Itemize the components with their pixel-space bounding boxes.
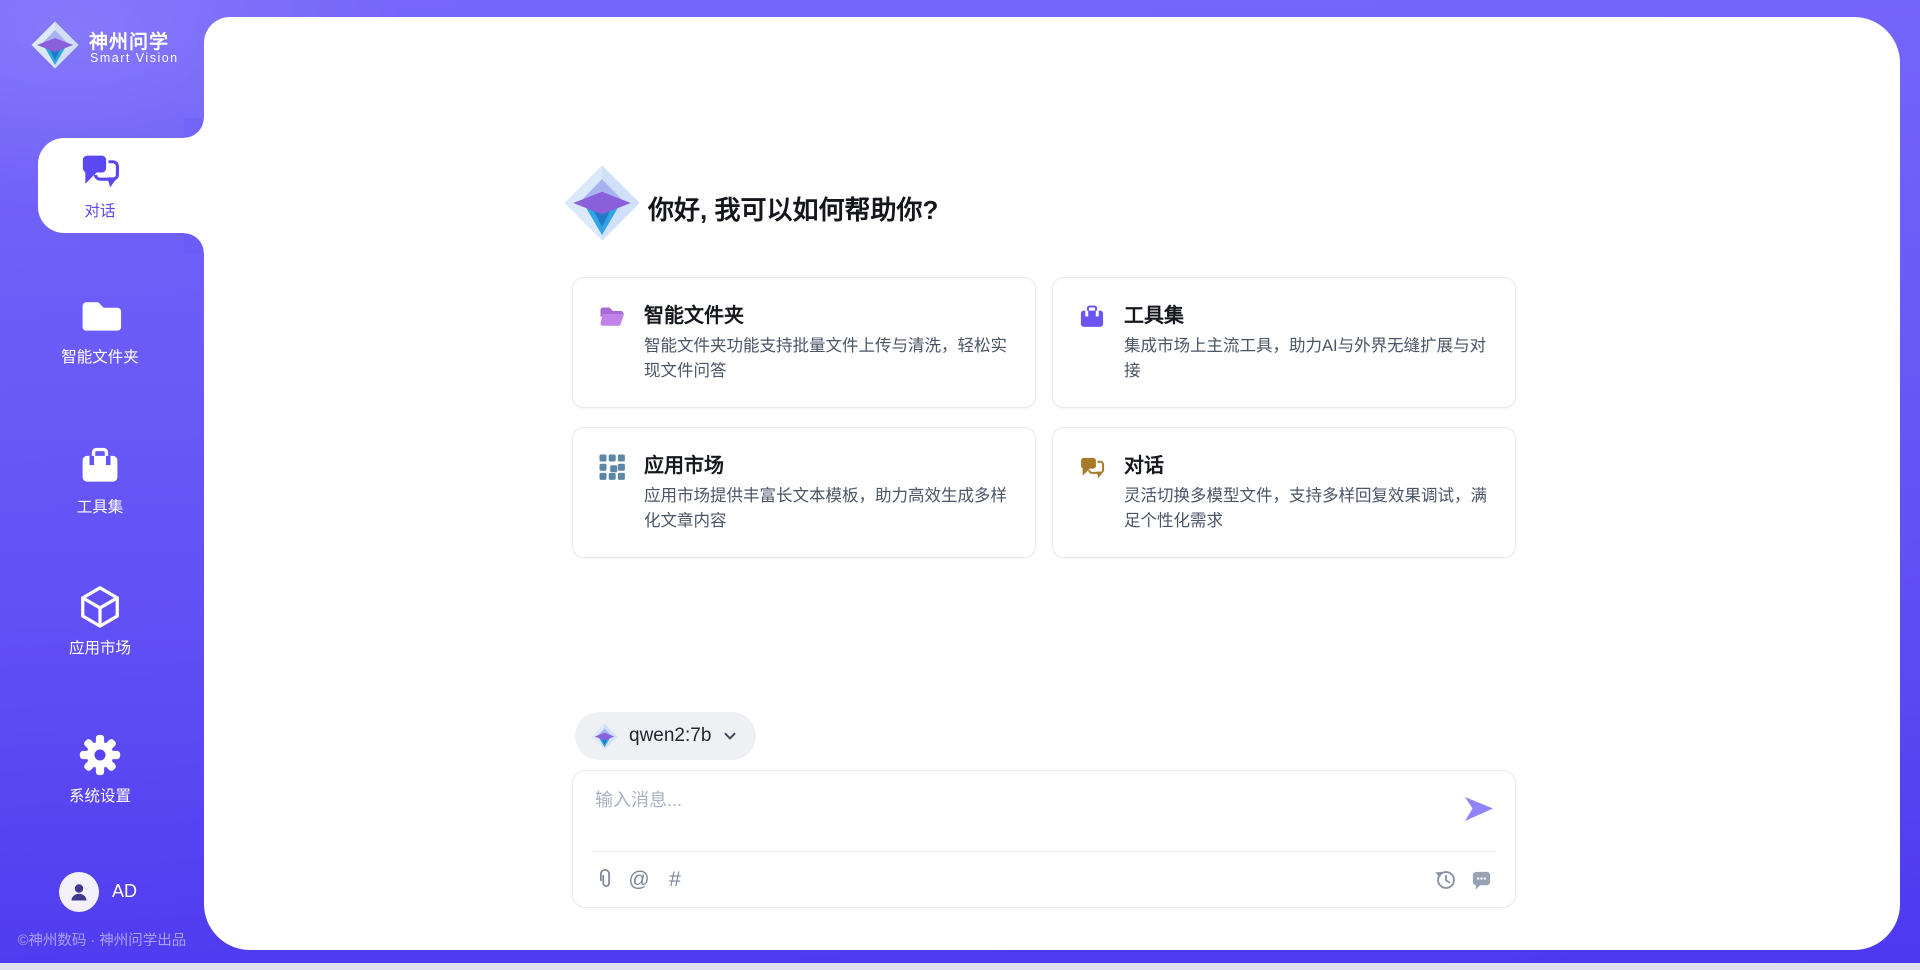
- sidebar-item-settings[interactable]: 系统设置: [0, 733, 200, 806]
- brand-name: 神州问学: [89, 27, 169, 54]
- mention-button[interactable]: @: [625, 865, 653, 893]
- sidebar-footer: ©神州数码 · 神州问学出品: [0, 929, 204, 950]
- card-description: 灵活切换多模型文件，支持多样回复效果调试，满足个性化需求: [1124, 484, 1496, 534]
- diamond-logo-icon: [30, 20, 80, 70]
- cube-icon: [0, 583, 200, 629]
- folder-icon: [0, 294, 200, 338]
- sidebar-item-app-market[interactable]: 应用市场: [0, 583, 200, 658]
- composer: @ #: [572, 770, 1516, 908]
- card-title: 智能文件夹: [644, 299, 744, 328]
- sidebar-item-label: 系统设置: [0, 784, 200, 806]
- feature-card-toolset[interactable]: 工具集 集成市场上主流工具，助力AI与外界无缝扩展与对接: [1052, 277, 1516, 408]
- history-button[interactable]: [1431, 865, 1459, 893]
- chevron-down-icon: [722, 728, 738, 744]
- card-description: 智能文件夹功能支持批量文件上传与清洗，轻松实现文件问答: [644, 334, 1016, 384]
- feature-card-smart-folder[interactable]: 智能文件夹 智能文件夹功能支持批量文件上传与清洗，轻松实现文件问答: [572, 277, 1036, 408]
- hash-icon: #: [669, 869, 681, 890]
- active-tab-fillet-bottom: [184, 233, 204, 253]
- model-selector-logo-icon: [591, 723, 618, 750]
- sidebar-item-chat[interactable]: 对话: [0, 148, 200, 221]
- briefcase-icon: [0, 444, 200, 488]
- sidebar-item-label: 对话: [0, 199, 200, 221]
- folder-open-icon: [598, 303, 626, 331]
- model-selector[interactable]: qwen2:7b: [575, 712, 756, 760]
- gear-icon: [0, 733, 200, 777]
- greeting-title: 你好, 我可以如何帮助你?: [648, 190, 938, 227]
- sidebar-item-label: 智能文件夹: [0, 345, 200, 367]
- chat-icon: [0, 148, 200, 192]
- active-tab-fillet-top: [184, 118, 204, 138]
- greeting-logo-icon: [562, 163, 642, 243]
- card-title: 应用市场: [644, 449, 724, 478]
- hash-button[interactable]: #: [661, 865, 689, 893]
- feature-cards: 智能文件夹 智能文件夹功能支持批量文件上传与清洗，轻松实现文件问答 工具集 集成…: [572, 277, 1516, 558]
- bottom-edge-strip: [0, 963, 1920, 970]
- brand-subtitle: Smart Vision: [90, 51, 179, 65]
- user-name: AD: [112, 881, 137, 902]
- card-description: 应用市场提供丰富长文本模板，助力高效生成多样化文章内容: [644, 484, 1016, 534]
- feature-card-chat[interactable]: 对话 灵活切换多模型文件，支持多样回复效果调试，满足个性化需求: [1052, 427, 1516, 558]
- sidebar-item-smart-folder[interactable]: 智能文件夹: [0, 294, 200, 367]
- composer-divider: [591, 851, 1497, 852]
- sidebar-item-label: 应用市场: [0, 636, 200, 658]
- send-button[interactable]: [1463, 795, 1495, 823]
- briefcase-icon: [1078, 303, 1106, 331]
- paperclip-icon: [594, 867, 616, 891]
- feature-card-app-market[interactable]: 应用市场 应用市场提供丰富长文本模板，助力高效生成多样化文章内容: [572, 427, 1036, 558]
- chat-icon: [1078, 453, 1106, 481]
- user-avatar-icon: [67, 880, 91, 904]
- send-icon: [1463, 795, 1495, 823]
- message-icon: [1470, 868, 1493, 891]
- card-description: 集成市场上主流工具，助力AI与外界无缝扩展与对接: [1124, 334, 1496, 384]
- app-window: 神州问学 Smart Vision 对话: [0, 0, 1920, 970]
- attach-button[interactable]: [591, 865, 619, 893]
- grid-icon: [598, 453, 626, 481]
- message-input[interactable]: [593, 784, 1457, 846]
- history-icon: [1434, 868, 1457, 891]
- user-avatar[interactable]: [59, 872, 99, 912]
- feedback-button[interactable]: [1467, 865, 1495, 893]
- at-icon: @: [628, 869, 649, 890]
- brand: 神州问学 Smart Vision: [0, 0, 204, 100]
- sidebar: 神州问学 Smart Vision 对话: [0, 0, 204, 970]
- model-name: qwen2:7b: [629, 725, 711, 747]
- sidebar-item-toolset[interactable]: 工具集: [0, 444, 200, 517]
- card-title: 对话: [1124, 449, 1164, 478]
- sidebar-item-label: 工具集: [0, 495, 200, 517]
- card-title: 工具集: [1124, 299, 1184, 328]
- user-row: AD: [0, 868, 204, 916]
